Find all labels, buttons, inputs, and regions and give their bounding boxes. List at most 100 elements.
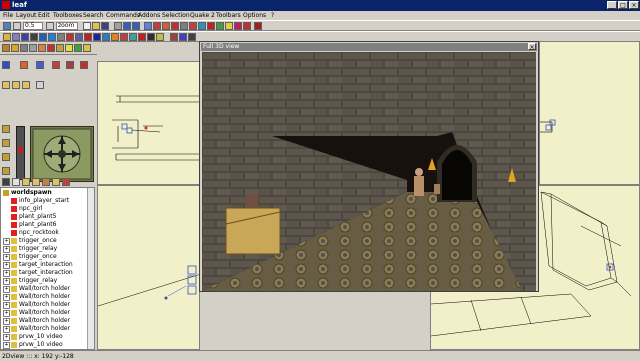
wedge-icon[interactable] [12,81,20,89]
menu-commands[interactable]: Commands [106,12,140,19]
nav-back-icon[interactable] [2,153,10,161]
hide-icon[interactable] [36,81,44,89]
grid-toggle-icon[interactable] [13,22,21,30]
view-side-icon[interactable] [20,61,28,69]
expand-icon[interactable]: + [3,262,10,269]
expand-icon[interactable]: + [3,286,10,293]
cone-icon[interactable] [129,33,137,41]
grid-icon[interactable] [3,22,11,30]
menu-toolboxes[interactable]: Toolboxes [53,12,82,19]
flag-icon[interactable] [243,22,251,30]
menu-quake2[interactable]: Quake 2 [190,12,215,19]
split-icon[interactable] [111,33,119,41]
full-3d-view-window[interactable]: Full 3D view × [199,41,539,292]
compile-icon[interactable] [180,22,188,30]
run-icon[interactable] [189,22,197,30]
expand-icon[interactable]: + [3,318,10,325]
move-icon[interactable] [12,33,20,41]
menu-options[interactable]: Options [243,12,266,19]
view-front-icon[interactable] [36,61,44,69]
face-tool-icon[interactable] [11,44,19,52]
render-3d-scene[interactable] [202,52,536,291]
menu-help[interactable]: ? [271,12,274,19]
path-tool-icon[interactable] [74,44,82,52]
brush-tool-icon[interactable] [2,44,10,52]
group-icon[interactable] [66,33,74,41]
snap-icon[interactable] [2,178,10,186]
maximize-button[interactable]: □ [618,1,628,9]
cut-icon[interactable] [114,22,122,30]
help-icon[interactable] [225,22,233,30]
menu-edit[interactable]: Edit [38,12,50,19]
zoom-field[interactable]: zoom [56,22,78,30]
prism-icon[interactable] [22,81,30,89]
minimize-button[interactable]: _ [607,1,617,9]
edge-tool-icon[interactable] [20,44,28,52]
menu-selection[interactable]: Selection [162,12,190,19]
expand-icon[interactable]: + [3,310,10,317]
vertex-icon[interactable] [207,22,215,30]
new-icon[interactable] [83,22,91,30]
expand-icon[interactable]: + [3,278,10,285]
info-icon[interactable] [234,22,242,30]
filter-icon[interactable] [32,178,40,186]
light-tool-icon[interactable] [65,44,73,52]
view-split-icon[interactable] [66,61,74,69]
expand-icon[interactable]: + [3,302,10,309]
expand-icon[interactable]: + [3,238,10,245]
grid-size-field[interactable]: 0.5 [23,22,43,30]
flip-icon[interactable] [39,33,47,41]
sound-tool-icon[interactable] [83,44,91,52]
undo-icon[interactable] [123,22,131,30]
csg-icon[interactable] [93,33,101,41]
cylinder-icon[interactable] [138,33,146,41]
sphere-icon[interactable] [147,33,155,41]
tree-scrollbar[interactable] [87,188,94,349]
select-icon[interactable] [3,33,11,41]
expand-icon[interactable]: + [3,326,10,333]
viewport-2d-top-right[interactable] [539,41,640,185]
expand-icon[interactable]: + [3,246,10,253]
speed-slider[interactable] [16,126,25,180]
vertex-tool-icon[interactable] [29,44,37,52]
pivot-tool-icon[interactable] [38,44,46,52]
texture-lock-icon[interactable] [22,178,30,186]
menu-file[interactable]: File [3,12,13,19]
expand-icon[interactable]: + [3,294,10,301]
view3d-caption[interactable]: Full 3D view × [201,43,537,51]
nav-forward-icon[interactable] [2,139,10,147]
build-icon[interactable] [171,22,179,30]
navigation-compass[interactable] [30,126,94,182]
scale-icon[interactable] [30,33,38,41]
menu-search[interactable]: Search [83,12,104,19]
cube-icon[interactable] [2,81,10,89]
bevel-icon[interactable] [120,33,128,41]
texture-icon[interactable] [198,22,206,30]
texrotate-icon[interactable] [179,33,187,41]
zoom-icon[interactable] [46,22,54,30]
menu-addons[interactable]: Addons [138,12,160,19]
clip-icon[interactable] [75,33,83,41]
viewport-2d-bottom-left[interactable] [97,185,200,350]
entity-icon[interactable] [153,22,161,30]
expand-icon[interactable]: + [3,254,10,261]
open-icon[interactable] [92,22,100,30]
align-icon[interactable] [57,33,65,41]
layers-icon[interactable] [52,178,60,186]
menu-toolbars[interactable]: Toolbars [216,12,241,19]
menu-layout[interactable]: Layout [16,12,36,19]
rotate-icon[interactable] [21,33,29,41]
expand-icon[interactable]: + [3,270,10,277]
close-button[interactable]: × [629,1,639,9]
region-icon[interactable] [42,178,50,186]
lock-icon[interactable] [12,178,20,186]
nav-up-icon[interactable] [2,125,10,133]
viewport-2d-top-left[interactable] [97,61,202,185]
hollow-icon[interactable] [84,33,92,41]
map-structure-tree[interactable]: worldspawn info_player_start npc_girl pl… [0,187,95,350]
merge-icon[interactable] [102,33,110,41]
expand-icon[interactable]: + [3,342,10,349]
view-3d-icon[interactable] [52,61,60,69]
redo-icon[interactable] [132,22,140,30]
texscale-icon[interactable] [188,33,196,41]
